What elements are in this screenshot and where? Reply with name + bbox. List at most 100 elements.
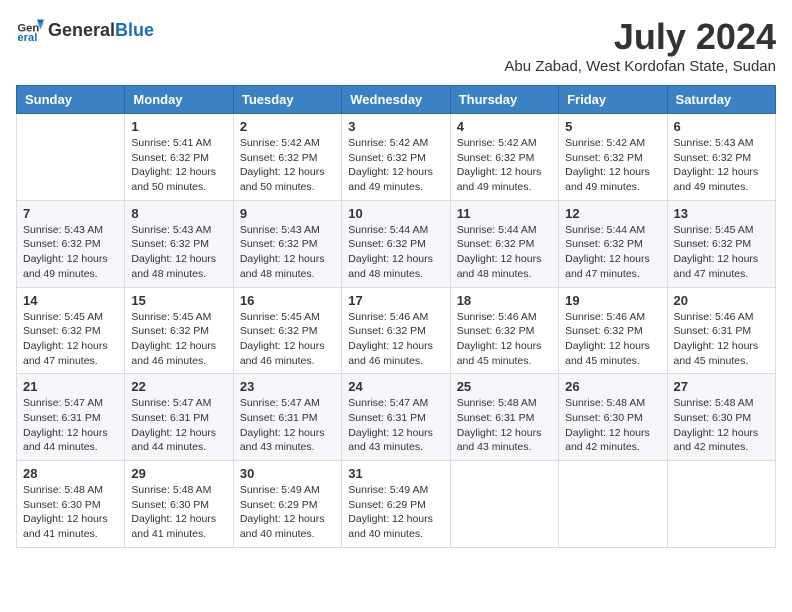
- day-info: Sunrise: 5:48 AM Sunset: 6:30 PM Dayligh…: [565, 396, 660, 455]
- calendar-cell: 20Sunrise: 5:46 AM Sunset: 6:31 PM Dayli…: [667, 287, 775, 374]
- day-number: 26: [565, 379, 660, 394]
- day-info: Sunrise: 5:43 AM Sunset: 6:32 PM Dayligh…: [240, 223, 335, 282]
- day-header-tuesday: Tuesday: [233, 86, 341, 114]
- day-info: Sunrise: 5:47 AM Sunset: 6:31 PM Dayligh…: [131, 396, 226, 455]
- day-info: Sunrise: 5:41 AM Sunset: 6:32 PM Dayligh…: [131, 136, 226, 195]
- header-row: SundayMondayTuesdayWednesdayThursdayFrid…: [17, 86, 776, 114]
- calendar-cell: 7Sunrise: 5:43 AM Sunset: 6:32 PM Daylig…: [17, 200, 125, 287]
- calendar-cell: 25Sunrise: 5:48 AM Sunset: 6:31 PM Dayli…: [450, 374, 558, 461]
- day-number: 25: [457, 379, 552, 394]
- calendar-cell: 18Sunrise: 5:46 AM Sunset: 6:32 PM Dayli…: [450, 287, 558, 374]
- calendar-cell: 21 Sunrise: 5:47 AM Sunset: 6:31 PM Dayli…: [17, 374, 125, 461]
- day-info: Sunrise: 5:47 AM Sunset: 6:31 PM Dayligh…: [240, 396, 335, 455]
- day-header-saturday: Saturday: [667, 86, 775, 114]
- day-info: Sunrise: 5:48 AM Sunset: 6:30 PM Dayligh…: [131, 483, 226, 542]
- calendar-cell: 22 Sunrise: 5:47 AM Sunset: 6:31 PM Dayli…: [125, 374, 233, 461]
- calendar-cell: 31Sunrise: 5:49 AM Sunset: 6:29 PM Dayli…: [342, 461, 450, 548]
- day-info: Sunrise: 5:42 AM Sunset: 6:32 PM Dayligh…: [348, 136, 443, 195]
- day-header-wednesday: Wednesday: [342, 86, 450, 114]
- day-info: Sunrise: 5:46 AM Sunset: 6:31 PM Dayligh…: [674, 310, 769, 369]
- day-info: Sunrise: 5:44 AM Sunset: 6:32 PM Dayligh…: [457, 223, 552, 282]
- calendar-cell: 4Sunrise: 5:42 AM Sunset: 6:32 PM Daylig…: [450, 114, 558, 201]
- calendar-cell: 26 Sunrise: 5:48 AM Sunset: 6:30 PM Dayli…: [559, 374, 667, 461]
- day-number: 14: [23, 293, 118, 308]
- svg-text:eral: eral: [17, 32, 37, 44]
- day-info: Sunrise: 5:42 AM Sunset: 6:32 PM Dayligh…: [457, 136, 552, 195]
- day-number: 9: [240, 206, 335, 221]
- day-number: 31: [348, 466, 443, 481]
- header: Gen eral GeneralBlue July 2024 Abu Zabad…: [16, 16, 776, 75]
- day-number: 28: [23, 466, 118, 481]
- day-number: 19: [565, 293, 660, 308]
- calendar-cell: 17 Sunrise: 5:46 AM Sunset: 6:32 PM Dayli…: [342, 287, 450, 374]
- logo-text: GeneralBlue: [48, 20, 154, 41]
- week-row-3: 14 Sunrise: 5:45 AM Sunset: 6:32 PM Dayli…: [17, 287, 776, 374]
- day-number: 12: [565, 206, 660, 221]
- day-info: Sunrise: 5:45 AM Sunset: 6:32 PM Dayligh…: [674, 223, 769, 282]
- day-info: Sunrise: 5:44 AM Sunset: 6:32 PM Dayligh…: [565, 223, 660, 282]
- day-info: Sunrise: 5:43 AM Sunset: 6:32 PM Dayligh…: [674, 136, 769, 195]
- title-area: July 2024 Abu Zabad, West Kordofan State…: [504, 16, 776, 75]
- day-header-friday: Friday: [559, 86, 667, 114]
- day-number: 17: [348, 293, 443, 308]
- logo-general: General: [48, 20, 115, 40]
- day-number: 27: [674, 379, 769, 394]
- logo: Gen eral GeneralBlue: [16, 16, 154, 44]
- week-row-2: 7Sunrise: 5:43 AM Sunset: 6:32 PM Daylig…: [17, 200, 776, 287]
- day-info: Sunrise: 5:46 AM Sunset: 6:32 PM Dayligh…: [348, 310, 443, 369]
- day-info: Sunrise: 5:43 AM Sunset: 6:32 PM Dayligh…: [23, 223, 118, 282]
- calendar-cell: 9 Sunrise: 5:43 AM Sunset: 6:32 PM Daylig…: [233, 200, 341, 287]
- main-title: July 2024: [504, 16, 776, 58]
- calendar-cell: 8 Sunrise: 5:43 AM Sunset: 6:32 PM Daylig…: [125, 200, 233, 287]
- calendar-cell: 12 Sunrise: 5:44 AM Sunset: 6:32 PM Dayli…: [559, 200, 667, 287]
- calendar-cell: 15 Sunrise: 5:45 AM Sunset: 6:32 PM Dayli…: [125, 287, 233, 374]
- day-header-sunday: Sunday: [17, 86, 125, 114]
- calendar-cell: 27 Sunrise: 5:48 AM Sunset: 6:30 PM Dayli…: [667, 374, 775, 461]
- day-info: Sunrise: 5:45 AM Sunset: 6:32 PM Dayligh…: [131, 310, 226, 369]
- day-number: 18: [457, 293, 552, 308]
- day-number: 21: [23, 379, 118, 394]
- day-number: 3: [348, 119, 443, 134]
- day-info: Sunrise: 5:46 AM Sunset: 6:32 PM Dayligh…: [565, 310, 660, 369]
- calendar-cell: 5Sunrise: 5:42 AM Sunset: 6:32 PM Daylig…: [559, 114, 667, 201]
- day-number: 30: [240, 466, 335, 481]
- day-number: 29: [131, 466, 226, 481]
- week-row-5: 28 Sunrise: 5:48 AM Sunset: 6:30 PM Dayli…: [17, 461, 776, 548]
- calendar-cell: 14Sunrise: 5:45 AM Sunset: 6:32 PM Dayli…: [17, 287, 125, 374]
- day-number: 16: [240, 293, 335, 308]
- day-info: Sunrise: 5:44 AM Sunset: 6:32 PM Dayligh…: [348, 223, 443, 282]
- calendar-cell: 30 Sunrise: 5:49 AM Sunset: 6:29 PM Dayli…: [233, 461, 341, 548]
- calendar-cell: 3 Sunrise: 5:42 AM Sunset: 6:32 PM Daylig…: [342, 114, 450, 201]
- day-info: Sunrise: 5:47 AM Sunset: 6:31 PM Dayligh…: [23, 396, 118, 455]
- day-info: Sunrise: 5:45 AM Sunset: 6:32 PM Dayligh…: [240, 310, 335, 369]
- day-info: Sunrise: 5:47 AM Sunset: 6:31 PM Dayligh…: [348, 396, 443, 455]
- day-number: 11: [457, 206, 552, 221]
- day-info: Sunrise: 5:43 AM Sunset: 6:32 PM Dayligh…: [131, 223, 226, 282]
- day-number: 23: [240, 379, 335, 394]
- calendar-cell: 16 Sunrise: 5:45 AM Sunset: 6:32 PM Dayli…: [233, 287, 341, 374]
- day-info: Sunrise: 5:48 AM Sunset: 6:30 PM Dayligh…: [23, 483, 118, 542]
- calendar-cell: [559, 461, 667, 548]
- day-number: 15: [131, 293, 226, 308]
- calendar-cell: 11 Sunrise: 5:44 AM Sunset: 6:32 PM Dayli…: [450, 200, 558, 287]
- calendar-cell: [667, 461, 775, 548]
- calendar-cell: 13 Sunrise: 5:45 AM Sunset: 6:32 PM Dayli…: [667, 200, 775, 287]
- day-number: 22: [131, 379, 226, 394]
- day-number: 6: [674, 119, 769, 134]
- logo-blue: Blue: [115, 20, 154, 40]
- calendar-cell: 6 Sunrise: 5:43 AM Sunset: 6:32 PM Daylig…: [667, 114, 775, 201]
- day-number: 13: [674, 206, 769, 221]
- calendar-cell: [17, 114, 125, 201]
- day-number: 10: [348, 206, 443, 221]
- calendar-cell: 28 Sunrise: 5:48 AM Sunset: 6:30 PM Dayli…: [17, 461, 125, 548]
- day-number: 8: [131, 206, 226, 221]
- day-info: Sunrise: 5:48 AM Sunset: 6:30 PM Dayligh…: [674, 396, 769, 455]
- calendar-header: SundayMondayTuesdayWednesdayThursdayFrid…: [17, 86, 776, 114]
- calendar-cell: 29 Sunrise: 5:48 AM Sunset: 6:30 PM Dayli…: [125, 461, 233, 548]
- calendar-cell: 23 Sunrise: 5:47 AM Sunset: 6:31 PM Dayli…: [233, 374, 341, 461]
- calendar-cell: [450, 461, 558, 548]
- day-header-monday: Monday: [125, 86, 233, 114]
- day-header-thursday: Thursday: [450, 86, 558, 114]
- day-info: Sunrise: 5:49 AM Sunset: 6:29 PM Dayligh…: [240, 483, 335, 542]
- day-number: 5: [565, 119, 660, 134]
